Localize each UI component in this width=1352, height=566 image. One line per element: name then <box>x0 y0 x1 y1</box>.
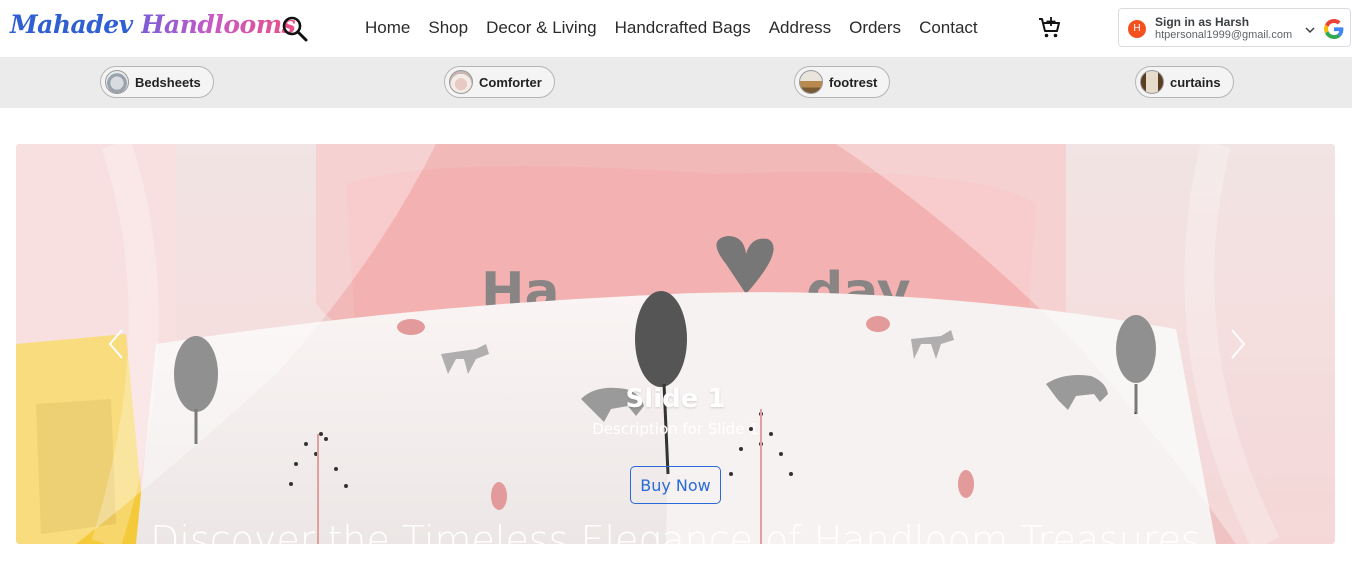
buy-now-button[interactable]: Buy Now <box>630 466 721 504</box>
category-label: Bedsheets <box>135 74 201 90</box>
main-nav: Home Shop Decor & Living Handcrafted Bag… <box>356 0 987 56</box>
nav-contact[interactable]: Contact <box>910 18 987 38</box>
category-thumbnail <box>799 70 823 94</box>
carousel-prev-arrow[interactable] <box>102 324 132 364</box>
category-label: curtains <box>1170 74 1221 90</box>
nav-home[interactable]: Home <box>356 18 419 38</box>
signin-email: htpersonal1999@gmail.com <box>1155 29 1293 41</box>
category-chip-footrest[interactable]: footrest <box>794 66 891 98</box>
slide-description: Description for Slide 1 <box>592 420 759 438</box>
nav-decor-living[interactable]: Decor & Living <box>477 18 606 38</box>
category-thumbnail <box>1140 70 1164 94</box>
category-chip-curtains[interactable]: curtains <box>1135 66 1234 98</box>
category-bar: Bedsheets Comforter footrest curtains <box>0 57 1352 108</box>
brand-logo[interactable]: Mahadev Handlooms <box>10 10 296 39</box>
category-label: footrest <box>829 74 878 90</box>
signin-label: Sign in as Harsh <box>1155 15 1250 29</box>
user-avatar: H <box>1128 20 1146 38</box>
category-chip-comforter[interactable]: Comforter <box>444 66 555 98</box>
brand-word-2: Handlooms <box>140 10 296 39</box>
google-signin-button[interactable]: H Sign in as Harsh htpersonal1999@gmail.… <box>1118 8 1351 47</box>
hero-tagline: Discover the Timeless Elegance of Handlo… <box>150 518 1201 544</box>
nav-address[interactable]: Address <box>760 18 840 38</box>
slide-caption: Slide 1 Description for Slide 1 <box>16 384 1335 438</box>
chevron-down-icon <box>1305 27 1315 34</box>
search-icon[interactable] <box>280 14 310 44</box>
category-thumbnail <box>449 70 473 94</box>
hero-carousel: Ha day Slide 1 Description for Slide 1 B… <box>16 144 1335 544</box>
top-navbar: Mahadev Handlooms Home Shop Decor & Livi… <box>0 0 1352 56</box>
brand-word-1: Mahadev <box>10 10 133 39</box>
nav-shop[interactable]: Shop <box>419 18 477 38</box>
carousel-next-arrow[interactable] <box>1222 324 1252 364</box>
nav-handcrafted-bags[interactable]: Handcrafted Bags <box>606 18 760 38</box>
category-label: Comforter <box>479 74 542 90</box>
slide-title: Slide 1 <box>625 384 726 414</box>
category-thumbnail <box>105 70 129 94</box>
category-chip-bedsheets[interactable]: Bedsheets <box>100 66 214 98</box>
cart-icon[interactable] <box>1038 16 1062 40</box>
google-logo-icon <box>1324 19 1344 39</box>
nav-orders[interactable]: Orders <box>840 18 910 38</box>
